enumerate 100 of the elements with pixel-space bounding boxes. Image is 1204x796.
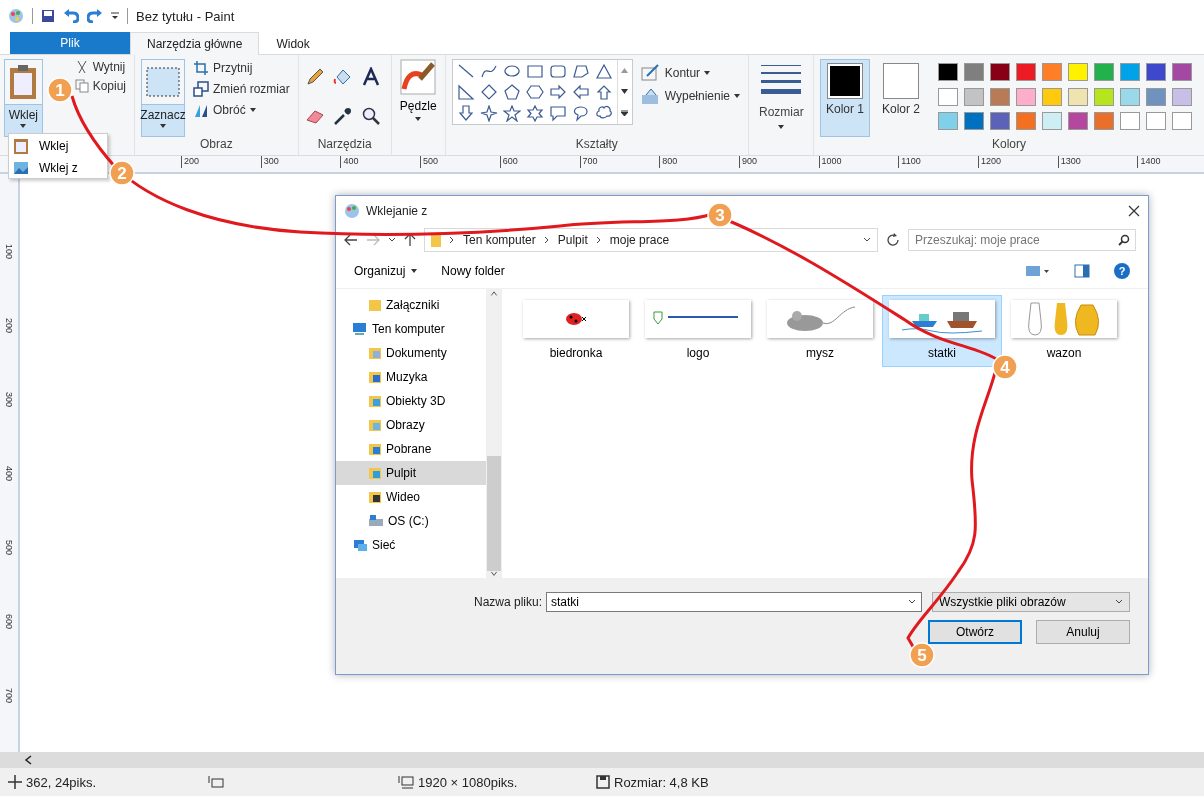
breadcrumb-item[interactable]: Pulpit (557, 233, 588, 247)
curve-icon[interactable] (479, 63, 498, 80)
resize-button[interactable]: Zmień rozmiar (191, 80, 292, 98)
menu-item[interactable]: Wklej (9, 134, 107, 158)
fill-button[interactable]: Wypełnienie (638, 86, 742, 106)
palette-color[interactable] (1016, 63, 1036, 81)
palette-color[interactable] (1068, 63, 1088, 81)
redo-icon[interactable] (87, 9, 103, 23)
right-triangle-icon[interactable] (456, 84, 475, 101)
cloud-bubble-icon[interactable] (594, 105, 613, 122)
triangle-icon[interactable] (594, 63, 613, 80)
undo-icon[interactable] (63, 9, 79, 23)
star-icon[interactable] (502, 105, 521, 122)
sidebar-item[interactable]: Muzyka (336, 365, 486, 389)
four-point-star-icon[interactable] (479, 105, 498, 122)
sidebar-item[interactable]: Obrazy (336, 413, 486, 437)
palette-color[interactable] (1068, 112, 1088, 131)
palette-color[interactable] (1146, 112, 1166, 131)
diamond-icon[interactable] (479, 84, 498, 101)
color-slot[interactable]: Kolor 2 (876, 59, 926, 137)
sidebar-item[interactable]: Wideo (336, 485, 486, 509)
chevron-down-icon[interactable] (908, 599, 916, 605)
down-arrow-icon[interactable] (456, 105, 475, 122)
ribbon-tab[interactable]: Widok (259, 32, 327, 54)
palette-color[interactable] (1068, 87, 1088, 106)
color-slot[interactable]: Kolor 1 (820, 59, 870, 137)
pencil-icon[interactable] (304, 67, 325, 87)
scroll-up-icon[interactable] (490, 291, 498, 297)
six-point-star-icon[interactable] (525, 105, 544, 122)
pentagon-icon[interactable] (502, 84, 521, 101)
breadcrumb-item[interactable]: moje prace (609, 233, 670, 247)
text-tool-icon[interactable] (360, 67, 381, 87)
copy-button[interactable]: Kopiuj (72, 78, 128, 94)
palette-color[interactable] (1146, 87, 1166, 106)
palette-color[interactable] (1016, 112, 1036, 131)
palette-color[interactable] (964, 112, 984, 131)
palette-color[interactable] (1042, 112, 1062, 131)
close-icon[interactable] (1128, 205, 1140, 217)
color-picker-icon[interactable] (332, 106, 353, 126)
polygon-icon[interactable] (571, 63, 590, 80)
crop-button[interactable]: Przytnij (191, 59, 292, 77)
file-item[interactable]: biedronka (516, 295, 636, 367)
palette-color[interactable] (1172, 87, 1192, 106)
file-type-dropdown[interactable]: Wszystkie pliki obrazów (932, 592, 1130, 612)
scroll-up-icon[interactable] (621, 68, 629, 73)
scroll-left-icon[interactable] (24, 755, 32, 765)
sidebar-item[interactable]: OS (C:) (336, 509, 486, 533)
up-icon[interactable] (404, 233, 416, 247)
chevron-down-icon[interactable] (388, 237, 396, 243)
file-name-field[interactable]: statki (546, 592, 922, 612)
breadcrumb-item[interactable]: Ten komputer (463, 233, 536, 247)
menu-item[interactable]: Wklej z (9, 158, 107, 178)
file-item[interactable]: mysz (760, 295, 880, 367)
help-button[interactable]: ? (1114, 263, 1130, 279)
magnifier-icon[interactable] (360, 106, 381, 126)
dialog-button[interactable]: Anuluj (1036, 620, 1130, 644)
dropdown-icon[interactable] (111, 12, 119, 20)
forward-icon[interactable] (366, 234, 380, 246)
palette-color[interactable] (938, 63, 958, 81)
brushes-button[interactable]: Pędzle (399, 59, 437, 137)
preview-pane-icon[interactable] (1074, 264, 1090, 278)
organize-button[interactable]: Organizuj (354, 264, 418, 278)
fill-bucket-icon[interactable] (332, 67, 353, 87)
oval-bubble-icon[interactable] (571, 105, 590, 122)
palette-color[interactable] (938, 112, 958, 131)
sidebar-item[interactable]: Obiekty 3D (336, 389, 486, 413)
scrollbar[interactable] (486, 289, 502, 578)
palette-color[interactable] (990, 112, 1010, 131)
paste-button[interactable]: Wklej (4, 59, 43, 137)
palette-color[interactable] (1094, 112, 1114, 131)
sidebar-item[interactable]: Załączniki (336, 293, 486, 317)
hexagon-icon[interactable] (525, 84, 544, 101)
line-icon[interactable] (456, 63, 475, 80)
sidebar-item[interactable]: Ten komputer (336, 317, 486, 341)
size-button[interactable]: Rozmiar (755, 59, 808, 137)
sidebar-item[interactable]: Pobrane (336, 437, 486, 461)
cut-button[interactable]: Wytnij (72, 59, 128, 75)
scrollbar-thumb[interactable] (487, 456, 501, 571)
select-button[interactable]: Zaznacz (141, 59, 185, 137)
new-folder-button[interactable]: Nowy folder (441, 264, 505, 278)
palette-color[interactable] (1042, 63, 1062, 81)
sidebar-item[interactable]: Pulpit (336, 461, 486, 485)
ribbon-tab[interactable]: Narzędzia główne (130, 32, 260, 55)
palette-color[interactable] (964, 63, 984, 81)
rotate-button[interactable]: Obróć (191, 101, 292, 119)
palette-color[interactable] (964, 87, 984, 106)
palette-color[interactable] (1120, 112, 1140, 131)
view-options-icon[interactable] (1026, 265, 1050, 277)
palette-color[interactable] (1120, 87, 1140, 106)
dialog-button[interactable]: Otwórz (928, 620, 1022, 644)
palette-color[interactable] (990, 63, 1010, 81)
palette-color[interactable] (1016, 87, 1036, 106)
file-item[interactable]: statki (882, 295, 1002, 367)
right-arrow-icon[interactable] (548, 84, 567, 101)
sidebar-item[interactable]: Dokumenty (336, 341, 486, 365)
palette-color[interactable] (1094, 87, 1114, 106)
expand-icon[interactable] (621, 110, 629, 116)
palette-color[interactable] (1094, 63, 1114, 81)
back-icon[interactable] (344, 234, 358, 246)
sidebar-item[interactable]: Sieć (336, 533, 486, 557)
